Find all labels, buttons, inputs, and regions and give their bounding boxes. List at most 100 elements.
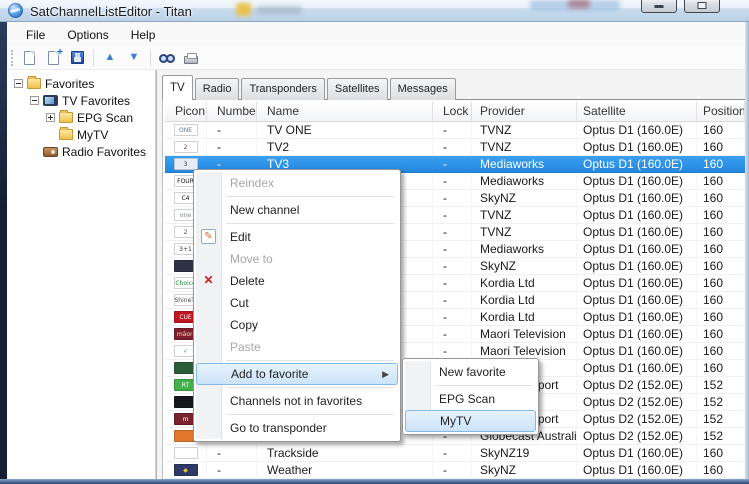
menu-item-label: Paste bbox=[230, 340, 261, 354]
picon-icon: 3 bbox=[174, 158, 198, 170]
menu-item-delete[interactable]: Delete✕ bbox=[196, 270, 398, 292]
column-header-lock[interactable]: Lock bbox=[433, 101, 472, 122]
background-blob bbox=[236, 3, 251, 16]
cell-satellite: Optus D1 (160.0E) bbox=[577, 309, 697, 326]
background-minimize-button[interactable] bbox=[641, 0, 677, 13]
print-icon[interactable] bbox=[180, 48, 202, 68]
collapse-icon[interactable] bbox=[14, 79, 23, 88]
cell-satellite: Optus D1 (160.0E) bbox=[577, 275, 697, 292]
submenu-item-mytv[interactable]: MyTV bbox=[405, 410, 536, 432]
new-file-plus-icon[interactable]: + bbox=[42, 48, 64, 68]
tab-radio[interactable]: Radio bbox=[195, 78, 240, 100]
cell-position: 160 bbox=[697, 173, 745, 190]
screen: SatChannelListEditor - Titan FileOptions… bbox=[0, 0, 749, 484]
menu-item-cut[interactable]: Cut bbox=[196, 292, 398, 314]
window-bottom-border bbox=[0, 479, 749, 484]
tab-transponders[interactable]: Transponders bbox=[241, 78, 324, 100]
tab-tv[interactable]: TV bbox=[162, 75, 193, 100]
add-to-favorite-submenu: New favorite EPG Scan MyTV bbox=[402, 358, 539, 435]
cell-picon: ◆ bbox=[165, 462, 207, 479]
cell-lock: - bbox=[433, 292, 472, 309]
sidebar-item-radio-favorites[interactable]: Radio Favorites bbox=[30, 143, 146, 160]
toolbar-separator bbox=[150, 50, 151, 66]
app-icon bbox=[8, 3, 23, 18]
table-header: PiconNumberNameLockProviderSatellitePosi… bbox=[165, 101, 745, 122]
cell-name: Trackside bbox=[257, 445, 433, 462]
picon-icon: 2 bbox=[174, 141, 198, 153]
cell-satellite: Optus D1 (160.0E) bbox=[577, 173, 697, 190]
cell-picon: ONE bbox=[165, 122, 207, 139]
submenu-arrow-icon: ▶ bbox=[382, 364, 389, 384]
cell-satellite: Optus D1 (160.0E) bbox=[577, 156, 697, 173]
cell-picon bbox=[165, 445, 207, 462]
background-maximize-button[interactable] bbox=[684, 0, 720, 13]
cell-satellite: Optus D1 (160.0E) bbox=[577, 326, 697, 343]
menu-item-paste: Paste bbox=[196, 336, 398, 358]
new-file-icon[interactable] bbox=[18, 48, 40, 68]
favorites-tree: Favorites TV FavoritesEPG ScanMyTVRadio F… bbox=[7, 70, 156, 479]
background-blob bbox=[530, 0, 620, 10]
menu-item-label: Add to favorite bbox=[231, 367, 308, 381]
cell-position: 160 bbox=[697, 343, 745, 360]
sidebar-item-favorites[interactable]: Favorites bbox=[14, 75, 94, 92]
cell-lock: - bbox=[433, 173, 472, 190]
menu-file[interactable]: File bbox=[15, 25, 56, 45]
table-row[interactable]: -Trackside-SkyNZ19Optus D1 (160.0E)160 bbox=[165, 445, 745, 462]
cell-position: 160 bbox=[697, 445, 745, 462]
menu-item-new-channel[interactable]: New channel bbox=[196, 199, 398, 221]
cell-provider: Kordia Ltd bbox=[472, 309, 577, 326]
cell-provider: Maori Television bbox=[472, 326, 577, 343]
menu-item-move-to: Move to bbox=[196, 248, 398, 270]
cell-lock: - bbox=[433, 139, 472, 156]
menu-item-copy[interactable]: Copy bbox=[196, 314, 398, 336]
tree-item-label: Favorites bbox=[45, 77, 94, 91]
picon-icon bbox=[174, 447, 198, 459]
cell-position: 160 bbox=[697, 309, 745, 326]
table-row[interactable]: ◆-Weather-SkyNZOptus D1 (160.0E)160 bbox=[165, 462, 745, 479]
column-header-satellite[interactable]: Satellite bbox=[577, 101, 697, 122]
table-row[interactable]: ONE-TV ONE-TVNZOptus D1 (160.0E)160 bbox=[165, 122, 745, 139]
cell-position: 152 bbox=[697, 377, 745, 394]
background-blob bbox=[256, 6, 302, 14]
cell-satellite: Optus D1 (160.0E) bbox=[577, 445, 697, 462]
tab-satellites[interactable]: Satellites bbox=[327, 78, 388, 100]
save-icon[interactable] bbox=[66, 48, 88, 68]
column-header-name[interactable]: Name bbox=[257, 101, 433, 122]
menu-item-channels-not-in-favorites[interactable]: Channels not in favorites bbox=[196, 390, 398, 412]
cell-position: 152 bbox=[697, 411, 745, 428]
cell-lock: - bbox=[433, 258, 472, 275]
menu-item-add-to-favorite[interactable]: Add to favorite ▶ bbox=[196, 363, 398, 385]
sidebar-item-epg-scan[interactable]: EPG Scan bbox=[46, 109, 133, 126]
menu-help[interactable]: Help bbox=[120, 25, 167, 45]
sidebar-item-mytv[interactable]: MyTV bbox=[46, 126, 108, 143]
minimize-icon bbox=[655, 5, 664, 8]
submenu-item-epg-scan[interactable]: EPG Scan bbox=[405, 388, 536, 410]
cell-satellite: Optus D2 (152.0E) bbox=[577, 428, 697, 445]
tree-item-label: TV Favorites bbox=[62, 94, 130, 108]
sidebar-item-tv-favorites[interactable]: TV Favorites bbox=[30, 92, 130, 109]
menu-item-label: EPG Scan bbox=[439, 392, 495, 406]
desktop-edge bbox=[0, 22, 7, 484]
column-header-provider[interactable]: Provider bbox=[472, 101, 577, 122]
cell-lock: - bbox=[433, 207, 472, 224]
move-up-icon[interactable]: ▲ bbox=[99, 48, 121, 68]
cell-number: - bbox=[207, 139, 257, 156]
menu-item-edit[interactable]: Edit✎ bbox=[196, 226, 398, 248]
move-down-icon[interactable]: ▼ bbox=[123, 48, 145, 68]
menu-item-go-to-transponder[interactable]: Go to transponder bbox=[196, 417, 398, 439]
column-header-position[interactable]: Position bbox=[697, 101, 745, 122]
column-header-number[interactable]: Number bbox=[207, 101, 257, 122]
expand-icon[interactable] bbox=[46, 113, 55, 122]
find-icon[interactable] bbox=[156, 48, 178, 68]
menu-item-label: New favorite bbox=[439, 365, 506, 379]
table-row[interactable]: 2-TV2-TVNZOptus D1 (160.0E)160 bbox=[165, 139, 745, 156]
submenu-item-new-favorite[interactable]: New favorite bbox=[405, 361, 536, 383]
cell-picon: 2 bbox=[165, 139, 207, 156]
column-header-picon[interactable]: Picon bbox=[165, 101, 207, 122]
toolbar-grip bbox=[11, 50, 14, 66]
collapse-icon[interactable] bbox=[30, 96, 39, 105]
window-right-border bbox=[745, 22, 749, 479]
menu-item-label: MyTV bbox=[440, 414, 471, 428]
menu-options[interactable]: Options bbox=[56, 25, 119, 45]
tab-messages[interactable]: Messages bbox=[390, 78, 456, 100]
